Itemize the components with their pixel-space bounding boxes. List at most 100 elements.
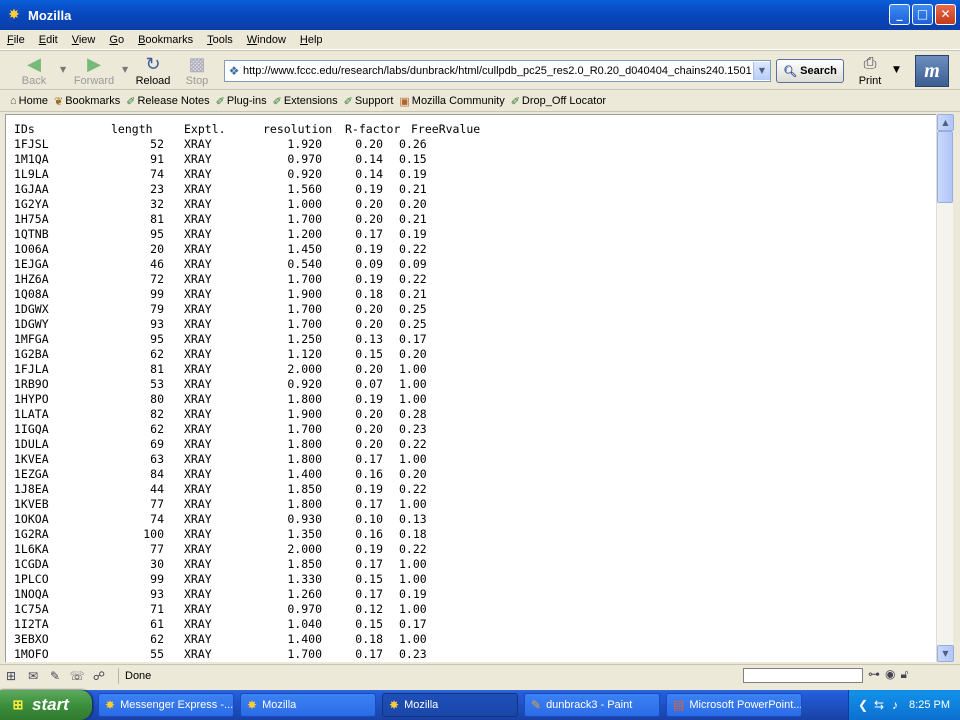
taskbar-button[interactable]: ▤ Microsoft PowerPoint... [666, 693, 802, 717]
table-row: 1H75A 81 XRAY 1.700 0.20 0.21 [14, 212, 936, 227]
scroll-down-icon[interactable]: ▼ [937, 645, 954, 662]
taskbar-button[interactable]: ✸ Mozilla [382, 693, 518, 717]
status-indicators: ⊶ ◉ 🔓︎ [868, 667, 908, 682]
cell-free-r-value: 0.25 [399, 302, 427, 316]
table-row: 1I2TA 61 XRAY 1.040 0.15 0.17 [14, 617, 936, 632]
volume-icon[interactable]: ♪ [887, 698, 903, 712]
bookmark-mozilla-community[interactable]: ▣ Mozilla Community [397, 95, 508, 108]
cell-exptl: XRAY [184, 617, 212, 631]
cell-length: 23 [150, 182, 164, 196]
menu-window[interactable]: Window [240, 34, 293, 46]
start-button[interactable]: ⊞ start [0, 690, 92, 720]
table-row: 1Q08A 99 XRAY 1.900 0.18 0.21 [14, 287, 936, 302]
print-button[interactable]: ⎙ Print [852, 53, 888, 87]
cell-resolution: 1.700 [287, 422, 322, 436]
taskbar-button-label: Microsoft PowerPoint... [689, 699, 802, 711]
minimize-button[interactable]: _ [889, 4, 910, 25]
menu-tools[interactable]: Tools [200, 34, 240, 46]
cell-free-r-value: 0.21 [399, 212, 427, 226]
header-ids: IDs [14, 122, 35, 136]
table-row: 1KVEA 63 XRAY 1.800 0.17 1.00 [14, 452, 936, 467]
back-button[interactable]: ◀ Back [12, 53, 56, 89]
taskbar-button[interactable]: ✸ Mozilla [240, 693, 376, 717]
bookmark-release-notes[interactable]: ✐ Release Notes [124, 95, 213, 108]
url-input[interactable] [243, 62, 753, 80]
cell-length: 95 [150, 227, 164, 241]
scroll-thumb[interactable] [937, 131, 953, 203]
maximize-button[interactable]: □ [912, 4, 933, 25]
stop-button[interactable]: ▩ Stop [175, 53, 219, 89]
close-button[interactable]: ✕ [935, 4, 956, 25]
cell-length: 95 [150, 332, 164, 346]
cell-r-factor: 0.20 [355, 212, 383, 226]
menu-bookmarks[interactable]: Bookmarks [131, 34, 200, 46]
cell-r-factor: 0.17 [355, 647, 383, 661]
folder-icon: ▣ [399, 95, 410, 108]
forward-dropdown-icon[interactable]: ▼ [122, 65, 128, 74]
throbber-logo[interactable]: m [915, 55, 949, 87]
network-icon[interactable]: ⇆ [871, 698, 887, 712]
cell-chain-id: 1L9LA [14, 167, 49, 181]
bookmark-label: Home [18, 95, 48, 107]
table-row: 1QTNB 95 XRAY 1.200 0.17 0.19 [14, 227, 936, 242]
print-dropdown-icon[interactable]: ▼ [893, 65, 900, 75]
page-icon: ❖ [228, 64, 240, 78]
menu-file[interactable]: File [0, 34, 32, 46]
link-icon: ✐ [215, 95, 225, 108]
back-dropdown-icon[interactable]: ▼ [60, 65, 66, 74]
taskbar-button[interactable]: ✎ dunbrack3 - Paint [524, 693, 660, 717]
forward-button[interactable]: ▶ Forward [72, 53, 116, 89]
vertical-scrollbar[interactable]: ▲ ▼ [936, 114, 954, 662]
bookmark-plug-ins[interactable]: ✐ Plug-ins [214, 95, 271, 108]
scroll-up-icon[interactable]: ▲ [937, 114, 954, 131]
cell-free-r-value: 0.26 [399, 137, 427, 151]
menu-accel-key: V [71, 33, 79, 46]
menu-help[interactable]: Help [293, 34, 330, 46]
task-buttons: ✸ Messenger Express -... ✸ Mozilla ✸ Mozilla ✎… [92, 693, 802, 717]
menu-go[interactable]: Go [102, 34, 131, 46]
search-button[interactable]: 🔍︎ Search [776, 59, 844, 83]
cell-r-factor: 0.20 [355, 317, 383, 331]
table-row: 1IGQA 62 XRAY 1.700 0.20 0.23 [14, 422, 936, 437]
menu-accel-key: H [299, 33, 308, 46]
cell-exptl: XRAY [184, 227, 212, 241]
bookmark-drop-off-locator[interactable]: ✐ Drop_Off Locator [509, 95, 610, 108]
menu-edit[interactable]: Edit [32, 34, 65, 46]
address-book-icon[interactable]: ☏ [66, 669, 88, 683]
bookmark-extensions[interactable]: ✐ Extensions [271, 95, 342, 108]
menu-view[interactable]: View [65, 34, 103, 46]
mail-icon[interactable]: ✉ [22, 669, 44, 683]
status-text: Done [118, 667, 151, 684]
cell-resolution: 1.120 [287, 347, 322, 361]
cell-free-r-value: 1.00 [399, 362, 427, 376]
bookmark-label: Bookmarks [65, 95, 121, 107]
cell-exptl: XRAY [184, 587, 212, 601]
mozilla-icon: ✸ [8, 7, 20, 23]
cell-r-factor: 0.20 [355, 137, 383, 151]
chevron-left-icon[interactable]: ❮ [855, 698, 871, 712]
reload-button[interactable]: ↻ Reload [131, 53, 175, 89]
cell-r-factor: 0.14 [355, 167, 383, 181]
cell-exptl: XRAY [184, 527, 212, 541]
url-history-dropdown-icon[interactable]: ▼ [753, 62, 770, 80]
cell-length: 80 [150, 392, 164, 406]
taskbar-button-label: Mozilla [262, 699, 297, 711]
cookie-icon[interactable]: ◉ [885, 667, 895, 682]
irc-chat-icon[interactable]: ☍ [88, 669, 110, 683]
navigator-icon[interactable]: ⊞ [0, 669, 22, 683]
composer-icon[interactable]: ✎ [44, 669, 66, 683]
stop-icon: ▩ [188, 54, 206, 74]
cell-r-factor: 0.14 [355, 152, 383, 166]
start-label: start [32, 695, 69, 714]
bookmark-bookmarks[interactable]: ❦ Bookmarks [52, 95, 124, 108]
online-status-icon[interactable]: ⊶ [868, 667, 880, 682]
bookmarks-icon: ❦ [54, 95, 64, 108]
bookmark-support[interactable]: ✐ Support [342, 95, 398, 108]
taskbar-button[interactable]: ✸ Messenger Express -... [98, 693, 234, 717]
cell-length: 91 [150, 152, 164, 166]
bookmark-home[interactable]: ⌂ Home [8, 95, 52, 107]
clock: 8:25 PM [909, 699, 950, 711]
cell-r-factor: 0.20 [355, 422, 383, 436]
cell-chain-id: 1PLCO [14, 572, 49, 586]
cell-chain-id: 1KVEB [14, 497, 49, 511]
